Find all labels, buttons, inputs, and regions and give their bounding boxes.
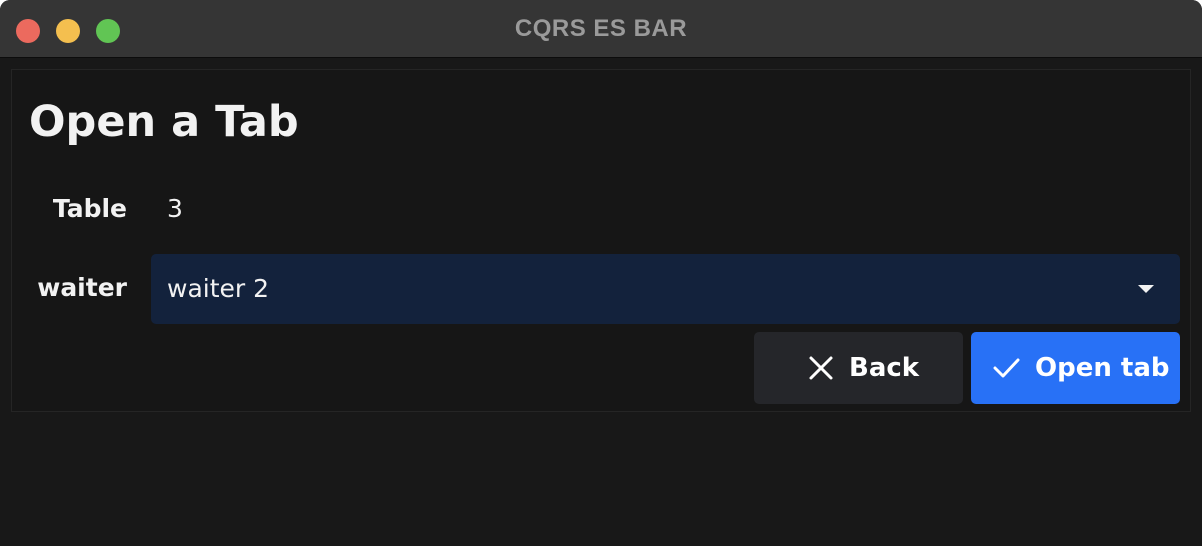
title-bar[interactable]: CQRS ES BAR xyxy=(0,0,1202,58)
back-button[interactable]: Back xyxy=(754,332,963,404)
chevron-down-icon xyxy=(1138,285,1154,293)
open-tab-button-label: Open tab xyxy=(1035,353,1170,383)
window-title: CQRS ES BAR xyxy=(514,15,688,42)
waiter-select[interactable]: waiter 2 xyxy=(151,254,1180,324)
page-title: Open a Tab xyxy=(29,97,299,147)
waiter-selected-value: waiter 2 xyxy=(167,274,270,303)
back-button-label: Back xyxy=(849,353,920,383)
app-window: CQRS ES BAR Open a Tab Table 3 waiter wa… xyxy=(0,0,1202,546)
waiter-label: waiter xyxy=(37,273,127,302)
open-tab-button[interactable]: Open tab xyxy=(971,332,1180,404)
table-label: Table xyxy=(52,194,127,223)
close-icon xyxy=(809,356,833,380)
table-value: 3 xyxy=(167,194,183,223)
checkmark-icon xyxy=(993,358,1020,378)
